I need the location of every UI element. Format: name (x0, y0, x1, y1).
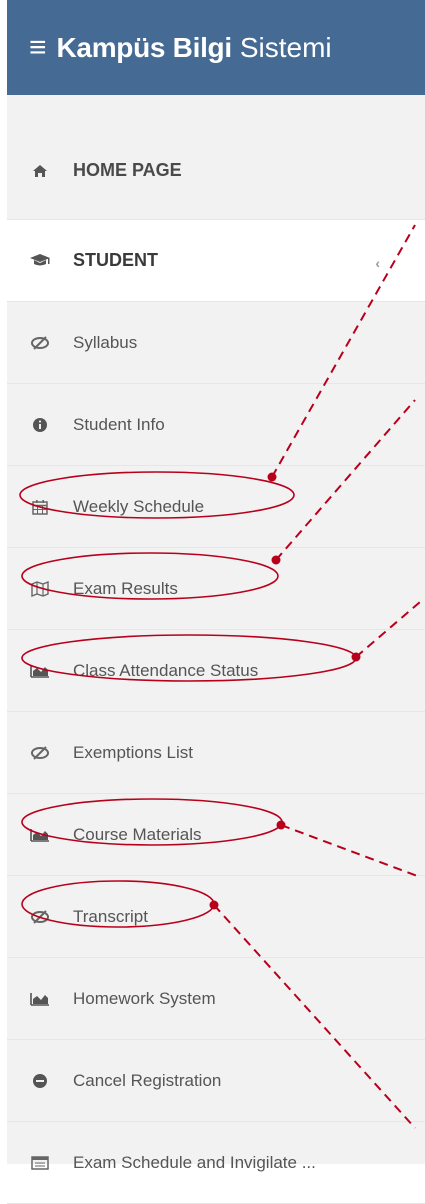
sidebar-item-label: STUDENT (73, 250, 158, 270)
sidebar-item-exemptions-list[interactable]: Exemptions List (7, 712, 425, 794)
area-chart-icon (29, 825, 51, 845)
sidebar-item-syllabus[interactable]: Syllabus (7, 302, 425, 384)
eye-slash-icon (29, 333, 51, 353)
sidebar-item-student[interactable]: STUDENT ‹ (7, 220, 425, 302)
sidebar-item-home[interactable]: HOME PAGE (7, 122, 425, 220)
sidebar-item-weekly-schedule[interactable]: Weekly Schedule (7, 466, 425, 548)
area-chart-icon (29, 989, 51, 1009)
app-header: ≡ Kampüs Bilgi Sistemi (7, 0, 425, 95)
chevron-icon: ‹ (375, 255, 380, 271)
sidebar-item-exam-schedule[interactable]: Exam Schedule and Invigilate ... (7, 1122, 425, 1204)
area-chart-icon (29, 661, 51, 681)
sidebar-item-class-attendance-status[interactable]: Class Attendance Status (7, 630, 425, 712)
map-icon (29, 579, 51, 599)
sidebar-item-student-info[interactable]: Student Info (7, 384, 425, 466)
sidebar-item-label: HOME PAGE (73, 160, 182, 180)
info-circle-icon (29, 415, 51, 435)
app-title-bold: Kampüs Bilgi (56, 31, 233, 63)
home-icon (29, 161, 51, 181)
sidebar-item-label: Syllabus (73, 332, 138, 352)
sidebar-item-exam-results[interactable]: Exam Results (7, 548, 425, 630)
graduation-cap-icon (29, 251, 51, 271)
sidebar-item-label: Transcript (73, 906, 148, 926)
sidebar-item-course-materials[interactable]: Course Materials (7, 794, 425, 876)
minus-circle-icon (29, 1071, 51, 1091)
list-alt-icon (29, 1153, 51, 1173)
sidebar-item-cancel-registration[interactable]: Cancel Registration (7, 1040, 425, 1122)
sidebar-item-label: Student Info (73, 414, 165, 434)
sidebar-item-label: Course Materials (73, 824, 202, 844)
sidebar-item-label: Homework System (73, 988, 216, 1008)
sidebar-item-label: Exam Results (73, 578, 178, 598)
sidebar-item-homework-system[interactable]: Homework System (7, 958, 425, 1040)
sidebar-item-label: Class Attendance Status (73, 660, 259, 680)
sidebar-item-transcript[interactable]: Transcript (7, 876, 425, 958)
sidebar-item-label: Exemptions List (73, 742, 193, 762)
eye-slash-icon (29, 907, 51, 927)
sidebar-item-label: Cancel Registration (73, 1070, 222, 1090)
calendar-icon (29, 497, 51, 517)
hamburger-icon[interactable]: ≡ (29, 32, 47, 63)
sidebar: HOME PAGE STUDENT ‹ Syllabus Student Inf… (7, 95, 425, 1204)
sidebar-item-label: Exam Schedule and Invigilate ... (73, 1152, 316, 1172)
sidebar-item-label: Weekly Schedule (73, 496, 205, 516)
app-title-light: Sistemi (239, 31, 332, 63)
eye-slash-icon (29, 743, 51, 763)
